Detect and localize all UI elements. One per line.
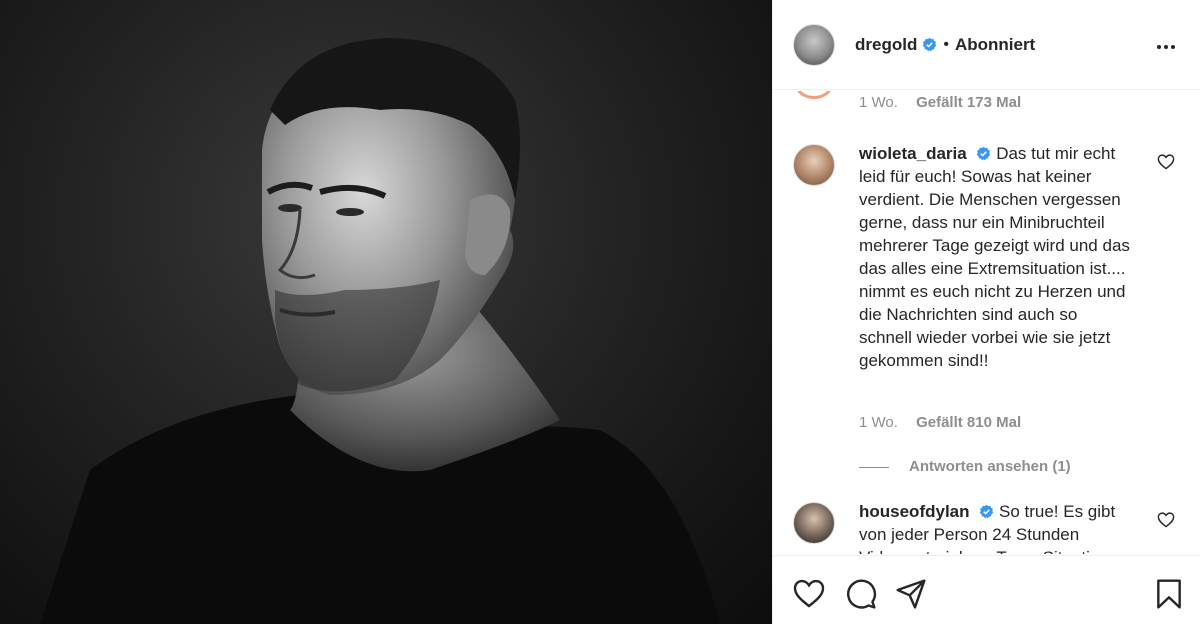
portrait-image [40, 38, 720, 624]
more-options-icon[interactable] [1157, 36, 1179, 56]
commenter-username[interactable]: wioleta_daria [859, 144, 967, 163]
previous-comment-avatar[interactable] [795, 91, 833, 99]
bookmark-icon[interactable] [1153, 578, 1185, 610]
verified-badge-icon [977, 146, 991, 161]
heart-icon[interactable] [1157, 154, 1175, 170]
follow-status-button[interactable]: Abonniert [955, 35, 1035, 55]
comment-body: houseofdylan So true! Es gibt von jeder … [859, 500, 1133, 554]
previous-comment-meta: 1 Wo. Gefällt 173 Mal [859, 94, 1021, 111]
commenter-avatar[interactable] [793, 144, 835, 186]
comments-panel: dregold • Abonniert 1 Wo. Gefällt 173 Ma… [772, 0, 1200, 624]
comment-meta: 1 Wo. Gefällt 810 Mal [859, 414, 1021, 431]
comment-item: houseofdylan So true! Es gibt von jeder … [793, 502, 1193, 554]
comment-time: 1 Wo. [859, 414, 898, 431]
commenter-avatar[interactable] [793, 502, 835, 544]
post-header: dregold • Abonniert [773, 0, 1200, 90]
comment-item: wioleta_daria Das tut mir echt leid für … [793, 144, 1193, 484]
post-photo[interactable] [0, 0, 772, 624]
replies-divider [859, 466, 889, 468]
heart-icon[interactable] [1157, 512, 1175, 528]
header-separator: • [943, 35, 949, 53]
comment-time: 1 Wo. [859, 94, 898, 111]
comment-body: wioleta_daria Das tut mir echt leid für … [859, 142, 1133, 372]
view-replies-button[interactable]: Antworten ansehen (1) [859, 458, 1071, 475]
comment-icon[interactable] [845, 578, 877, 610]
commenter-username[interactable]: houseofdylan [859, 502, 970, 521]
author-username[interactable]: dregold [855, 35, 917, 55]
comment-text: Das tut mir echt leid für euch! Sowas ha… [859, 144, 1130, 370]
view-replies-label: Antworten ansehen (1) [909, 458, 1071, 475]
like-heart-icon[interactable] [793, 578, 825, 610]
post-actions-bar [773, 555, 1200, 624]
verified-badge-icon [980, 504, 994, 519]
comment-likes[interactable]: Gefällt 173 Mal [916, 94, 1021, 111]
comment-likes[interactable]: Gefällt 810 Mal [916, 414, 1021, 431]
comments-list[interactable]: 1 Wo. Gefällt 173 Mal wioleta_daria Das … [773, 91, 1200, 554]
share-icon[interactable] [895, 578, 927, 610]
author-avatar[interactable] [793, 23, 835, 66]
verified-badge-icon [923, 37, 937, 52]
